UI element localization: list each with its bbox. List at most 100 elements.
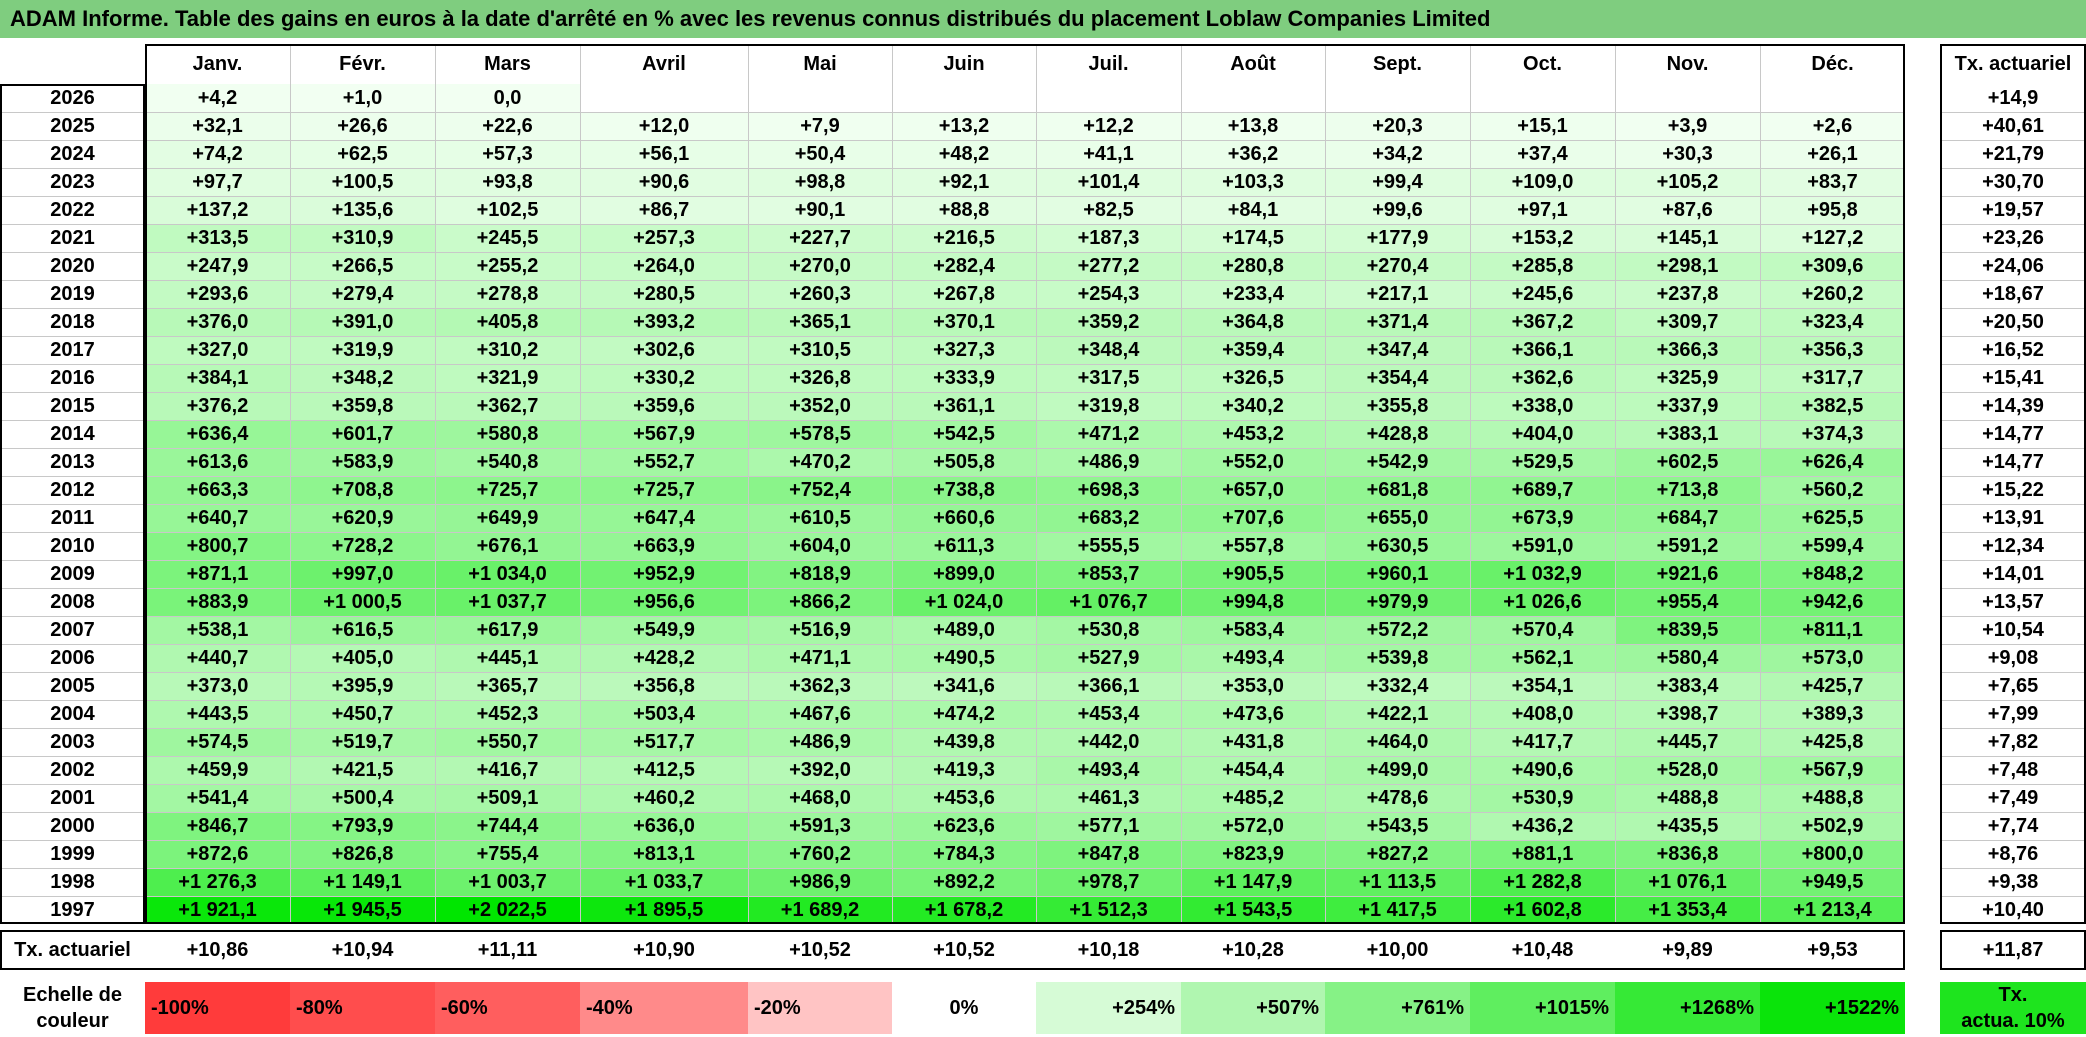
grid-line — [0, 756, 145, 757]
gain-cell — [1470, 84, 1615, 112]
gain-cell: +453,4 — [1036, 700, 1181, 728]
grid-line — [0, 420, 145, 421]
gain-cell: +362,3 — [748, 672, 892, 700]
gain-cell: +1 543,5 — [1181, 896, 1325, 924]
gain-cell: +137,2 — [145, 196, 290, 224]
grid-line — [0, 224, 145, 225]
gain-cell: +527,9 — [1036, 644, 1181, 672]
gain-cell: +728,2 — [290, 532, 435, 560]
gain-cell: +408,0 — [1470, 700, 1615, 728]
gain-cell: +366,1 — [1036, 672, 1181, 700]
gain-cell: +153,2 — [1470, 224, 1615, 252]
gain-cell: +471,2 — [1036, 420, 1181, 448]
gain-cell: +698,3 — [1036, 476, 1181, 504]
month-header-2: Févr. — [290, 44, 435, 84]
grid-line — [145, 756, 1905, 757]
gain-cell: +552,7 — [580, 448, 748, 476]
gain-cell: +365,1 — [748, 308, 892, 336]
gain-cell: +347,4 — [1325, 336, 1470, 364]
gain-cell: +986,9 — [748, 868, 892, 896]
grid-line — [1940, 168, 2086, 169]
gain-cell: +713,8 — [1615, 476, 1760, 504]
year-label: 2006 — [0, 644, 145, 672]
gain-cell: +98,8 — [748, 168, 892, 196]
gain-cell: +97,1 — [1470, 196, 1615, 224]
gain-cell: +960,1 — [1325, 560, 1470, 588]
legend-swatch: -40% — [580, 982, 748, 1034]
gain-cell: +649,9 — [435, 504, 580, 532]
legend-rate-swatch: Tx. actua. 10% — [1940, 982, 2086, 1034]
month-header-9: Sept. — [1325, 44, 1470, 84]
gain-cell: +74,2 — [145, 140, 290, 168]
gain-cell: +4,2 — [145, 84, 290, 112]
gain-cell: +610,5 — [748, 504, 892, 532]
gain-cell: +499,0 — [1325, 756, 1470, 784]
gain-cell: +145,1 — [1615, 224, 1760, 252]
gain-cell: +516,9 — [748, 616, 892, 644]
gain-cell: +341,6 — [892, 672, 1036, 700]
legend-swatch: +254% — [1036, 982, 1181, 1034]
legend-label: Echelle de couleur — [0, 982, 145, 1034]
gain-cell: +412,5 — [580, 756, 748, 784]
gain-cell: +657,0 — [1181, 476, 1325, 504]
year-label: 1997 — [0, 896, 145, 924]
grid-line — [1615, 44, 1616, 924]
gain-cell: +359,6 — [580, 392, 748, 420]
grid-line — [0, 308, 145, 309]
grid-line — [1940, 252, 2086, 253]
grid-line — [1470, 44, 1471, 924]
gain-cell: +395,9 — [290, 672, 435, 700]
gain-cell: +636,0 — [580, 812, 748, 840]
gain-cell: +474,2 — [892, 700, 1036, 728]
grid-line — [0, 672, 145, 673]
gain-cell: +500,4 — [290, 784, 435, 812]
gain-cell: +392,0 — [748, 756, 892, 784]
grid-line — [1760, 44, 1761, 924]
gain-cell: +684,7 — [1615, 504, 1760, 532]
gain-cell: +519,7 — [290, 728, 435, 756]
grid-line — [145, 392, 1905, 393]
year-label: 2024 — [0, 140, 145, 168]
grid-line — [1940, 420, 2086, 421]
gain-cell: +1 276,3 — [145, 868, 290, 896]
gain-cell: +784,3 — [892, 840, 1036, 868]
grid-line — [145, 644, 1905, 645]
row-rate-cell: +14,77 — [1940, 420, 2086, 448]
gain-cell: +453,6 — [892, 784, 1036, 812]
grid-line — [145, 840, 1905, 841]
gain-cell: +317,5 — [1036, 364, 1181, 392]
gain-cell: +942,6 — [1760, 588, 1905, 616]
gain-cell: +489,0 — [892, 616, 1036, 644]
row-rate-cell: +21,79 — [1940, 140, 2086, 168]
gain-cell: +247,9 — [145, 252, 290, 280]
row-rate-cell: +14,39 — [1940, 392, 2086, 420]
month-header-8: Août — [1181, 44, 1325, 84]
gain-cell: +883,9 — [145, 588, 290, 616]
gain-cell: +333,9 — [892, 364, 1036, 392]
gain-cell: +467,6 — [748, 700, 892, 728]
gain-cell: +280,5 — [580, 280, 748, 308]
gain-cell: +366,3 — [1615, 336, 1760, 364]
gain-cell: +1 213,4 — [1760, 896, 1905, 924]
gain-cell: +567,9 — [1760, 756, 1905, 784]
gain-cell: +827,2 — [1325, 840, 1470, 868]
legend-swatch: +507% — [1181, 982, 1325, 1034]
gain-cell: +254,3 — [1036, 280, 1181, 308]
gain-cell: +541,4 — [145, 784, 290, 812]
gain-cell: +689,7 — [1470, 476, 1615, 504]
gain-cell: +871,1 — [145, 560, 290, 588]
grid-line — [145, 616, 1905, 617]
gain-cell: +365,7 — [435, 672, 580, 700]
row-rate-cell: +23,26 — [1940, 224, 2086, 252]
grid-line — [1940, 280, 2086, 281]
grid-line — [1940, 756, 2086, 757]
month-header-5: Mai — [748, 44, 892, 84]
gain-cell: +471,1 — [748, 644, 892, 672]
gain-cell: +354,1 — [1470, 672, 1615, 700]
gain-cell: +570,4 — [1470, 616, 1615, 644]
month-header-12: Déc. — [1760, 44, 1905, 84]
grid-line — [1940, 840, 2086, 841]
grid-line — [145, 168, 1905, 169]
gain-cell: +583,9 — [290, 448, 435, 476]
footer-total-rate: +11,87 — [1940, 930, 2086, 970]
